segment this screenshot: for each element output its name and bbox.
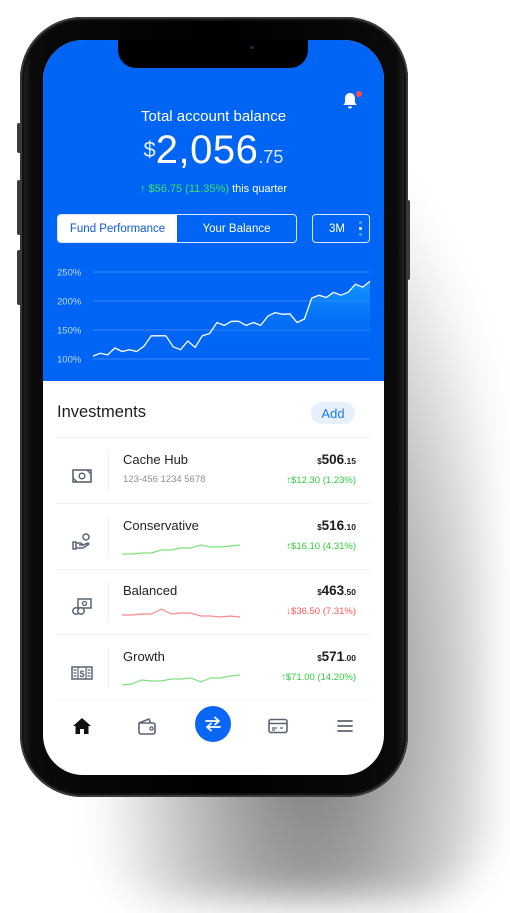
sparkline [122, 608, 240, 618]
investment-change: ↑$12.30 (1.23%) [286, 475, 356, 486]
nav-cards[interactable] [263, 711, 293, 741]
row-divider [108, 648, 109, 688]
notification-badge [356, 91, 362, 97]
investments-heading: Investments [57, 403, 146, 421]
banknote-icon [72, 469, 92, 483]
balance-whole: 2,056 [155, 128, 259, 172]
investment-name: Balanced [123, 583, 178, 598]
nav-wallet[interactable] [132, 711, 162, 741]
camera [250, 46, 254, 49]
tab-fund-performance[interactable]: Fund Performance [58, 215, 177, 242]
chart-area-fill [93, 281, 370, 359]
tab-your-balance[interactable]: Your Balance [177, 215, 296, 242]
divider [57, 437, 370, 438]
chart-mode-toggle: Fund Performance Your Balance [57, 214, 297, 243]
svg-text:$: $ [79, 669, 84, 679]
cash-stack-icon: $ [71, 666, 93, 680]
money-coins-icon [72, 598, 92, 615]
period-selector[interactable]: 3M [312, 214, 370, 243]
divider [57, 700, 370, 701]
period-label: 3M [329, 222, 345, 235]
nav-home[interactable] [67, 711, 97, 741]
investment-amount: $463.50 [317, 583, 356, 598]
investment-amount: $516.10 [317, 518, 356, 533]
period-dots-icon [359, 221, 362, 237]
investment-row-growth[interactable]: $ Growth $571.00 ↑$71.00 (14.20%) [43, 642, 384, 706]
investment-row-conservative[interactable]: Conservative $516.10 ↑$16.10 (4.31%) [43, 511, 384, 575]
menu-icon [337, 720, 353, 732]
divider [57, 569, 370, 570]
investment-row-cache-hub[interactable]: Cache Hub 123-456 1234 5678 $506.15 ↑$12… [43, 445, 384, 509]
app-screen: Total account balance $2,056.75 ↑ $56.75… [43, 40, 384, 775]
balance-cents: .75 [258, 147, 284, 167]
account-number: 123-456 1234 5678 [123, 474, 206, 485]
card-icon [268, 718, 288, 734]
nav-transfer[interactable] [195, 706, 231, 742]
investment-name: Growth [123, 649, 165, 664]
y-tick-label: 200% [57, 297, 82, 308]
y-tick-label: 250% [57, 268, 82, 279]
hand-coin-icon [72, 533, 90, 550]
sparkline-path [122, 608, 240, 618]
total-balance: $2,056.75 [43, 128, 384, 173]
transfer-icon [205, 716, 221, 732]
row-divider [108, 517, 109, 557]
investment-name: Cache Hub [123, 452, 189, 467]
sparkline [122, 674, 240, 686]
y-tick-label: 150% [57, 326, 82, 337]
balance-currency: $ [143, 137, 156, 162]
investment-change: ↓$36.50 (7.31%) [286, 606, 356, 617]
sparkline-path [122, 544, 240, 555]
divider [57, 503, 370, 504]
balance-header: Total account balance $2,056.75 ↑ $56.75… [43, 40, 384, 381]
investment-change: ↑$16.10 (4.31%) [286, 541, 356, 552]
wallet-icon [138, 718, 156, 735]
performance-chart: 250% 200% 150% 100% [57, 268, 371, 366]
notch [118, 40, 308, 68]
divider [57, 634, 370, 635]
investment-name: Conservative [123, 518, 199, 533]
nav-menu[interactable] [330, 711, 360, 741]
sparkline-path [122, 674, 240, 686]
quarter-change-suffix: this quarter [232, 183, 288, 195]
investment-amount: $571.00 [317, 649, 356, 664]
row-divider [108, 451, 109, 491]
investment-change: ↑$71.00 (14.20%) [281, 672, 356, 683]
balance-title: Total account balance [140, 108, 287, 125]
sparkline [122, 544, 240, 555]
quarter-change: ↑ $56.75 (11.35%) this quarter [43, 183, 384, 195]
add-investment-button[interactable]: Add [311, 402, 355, 424]
investment-row-balanced[interactable]: Balanced $463.50 ↓$36.50 (7.31%) [43, 576, 384, 640]
investment-amount: $506.15 [317, 452, 356, 467]
quarter-change-amount: $56.75 (11.35%) [148, 183, 229, 195]
home-icon [73, 718, 91, 734]
bottom-nav [43, 704, 384, 748]
row-divider [108, 582, 109, 622]
y-tick-label: 100% [57, 355, 82, 366]
up-arrow-icon: ↑ [139, 183, 146, 195]
